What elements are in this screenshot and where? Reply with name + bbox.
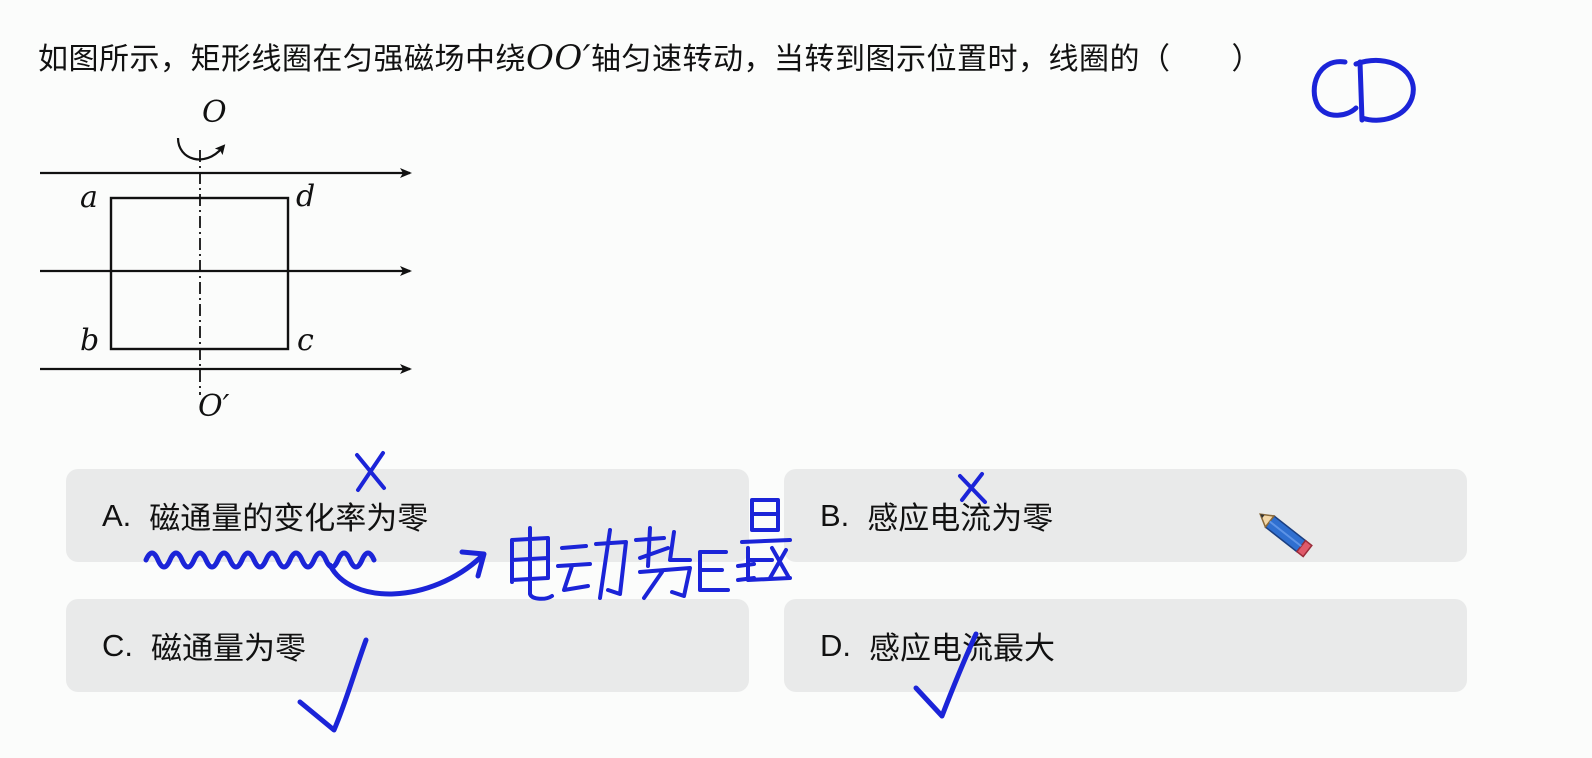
pencil-icon[interactable]: [1250, 505, 1320, 567]
option-text: 磁通量为零: [151, 631, 306, 667]
label-b: b: [80, 323, 99, 358]
label-o-bottom: O′: [198, 389, 230, 424]
question-axis: OO′: [526, 38, 591, 78]
label-d: d: [296, 179, 315, 214]
option-text: 感应电流最大: [869, 631, 1055, 667]
question-text-after: 轴匀速转动，当转到图示位置时，线圈的（ ）: [590, 42, 1262, 77]
label-a: a: [80, 180, 98, 215]
label-o-top: O: [202, 95, 227, 130]
option-text: 磁通量的变化率为零: [149, 501, 429, 537]
option-text: 感应电流为零: [867, 501, 1054, 537]
option-letter: C.: [102, 627, 133, 663]
option-b[interactable]: B. 感应电流为零: [784, 469, 1467, 562]
option-d[interactable]: D. 感应电流最大: [784, 599, 1467, 692]
handwritten-answer-c: [1311, 59, 1359, 118]
label-c: c: [297, 323, 314, 358]
option-letter: D.: [820, 627, 851, 663]
option-a[interactable]: A. 磁通量的变化率为零: [66, 469, 749, 562]
option-letter: B.: [820, 497, 850, 533]
handwritten-answer-d: [1353, 57, 1416, 123]
option-c[interactable]: C. 磁通量为零: [66, 599, 749, 692]
option-letter: A.: [102, 497, 132, 533]
coil-diagram: O O′ a b c d: [40, 95, 412, 424]
